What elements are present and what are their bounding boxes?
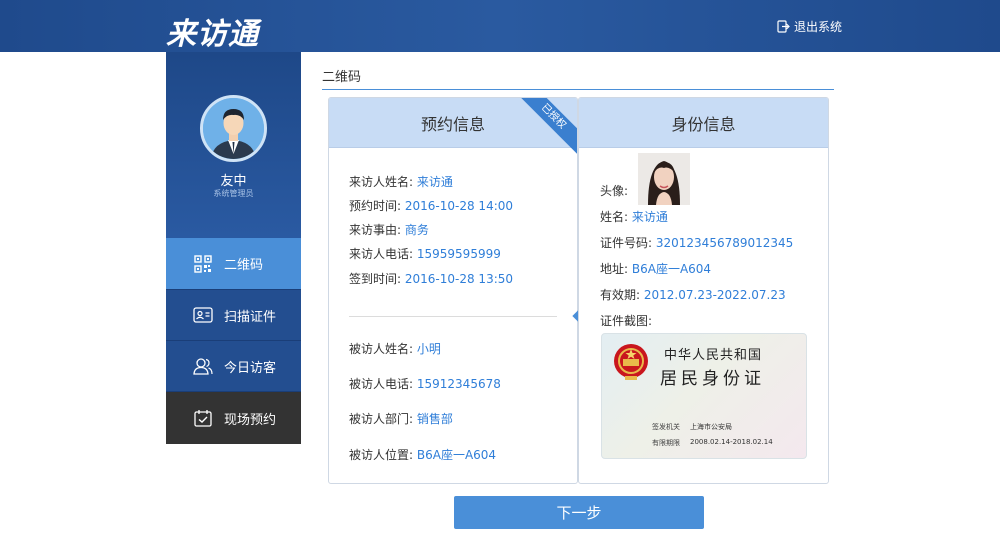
host-name-row: 被访人姓名: 小明	[349, 340, 441, 357]
id-card-validity-label: 有限期限	[652, 439, 680, 447]
field-label: 证件号码:	[600, 236, 653, 250]
field-value: 320123456789012345	[655, 236, 794, 250]
qrcode-icon	[192, 253, 214, 275]
sidebar-item-label: 现场预约	[224, 412, 277, 428]
sidebar: 友中 系统管理员 二维码 扫描证件 今日访客 现场预约	[166, 52, 301, 444]
field-label: 来访人姓名:	[349, 175, 414, 189]
user-profile: 友中 系统管理员	[166, 52, 301, 238]
sidebar-item-today-visitors[interactable]: 今日访客	[166, 340, 301, 391]
identity-panel-title: 身份信息	[579, 98, 828, 148]
id-card-validity-value: 2008.02.14-2018.02.14	[690, 438, 773, 446]
id-validity-row: 有效期: 2012.07.23-2022.07.23	[600, 286, 786, 303]
id-number-row: 证件号码: 320123456789012345	[600, 234, 793, 251]
logout-label: 退出系统	[794, 20, 843, 34]
reservation-panel: 预约信息 已授权 来访人姓名: 来访通 预约时间: 2016-10-28 14:…	[328, 97, 578, 484]
next-step-button[interactable]: 下一步	[454, 496, 704, 529]
sidebar-item-label: 二维码	[224, 258, 264, 273]
calendar-check-icon	[192, 407, 214, 429]
id-card-title: 居民身份证	[660, 369, 765, 389]
id-card-country: 中华人民共和国	[664, 348, 763, 363]
field-value: 商务	[404, 223, 429, 237]
field-label: 被访人部门:	[349, 412, 414, 426]
top-bar: 来访通 退出系统	[0, 0, 1000, 52]
visitor-photo	[638, 153, 690, 205]
avatar	[200, 95, 267, 162]
field-value: B6A座一A604	[631, 262, 712, 276]
field-label: 签到时间:	[349, 272, 402, 286]
logout-icon	[777, 20, 790, 33]
id-card-image: 中华人民共和国 居民身份证 签发机关 上海市公安局 有限期限 2008.02.1…	[601, 333, 807, 459]
visitor-photo-icon	[638, 153, 690, 205]
field-value: 2012.07.23-2022.07.23	[643, 288, 786, 302]
visitor-phone-row: 来访人电话: 15959595999	[349, 245, 501, 262]
field-label: 被访人电话:	[349, 377, 414, 391]
field-value: 2016-10-28 13:50	[404, 272, 514, 286]
sidebar-item-onsite-reservation[interactable]: 现场预约	[166, 391, 301, 444]
id-card-icon	[192, 304, 214, 326]
id-card-authority-label: 签发机关	[652, 423, 680, 431]
field-label: 姓名:	[600, 210, 629, 224]
appointment-time-row: 预约时间: 2016-10-28 14:00	[349, 197, 513, 214]
avatar-label: 头像:	[600, 184, 629, 198]
field-label: 预约时间:	[349, 199, 402, 213]
field-label: 被访人位置:	[349, 448, 414, 462]
user-name: 友中	[220, 174, 247, 189]
id-name-row: 姓名: 来访通	[600, 208, 668, 225]
field-value: 15912345678	[416, 377, 501, 391]
field-value: B6A座一A604	[416, 448, 497, 462]
checkin-time-row: 签到时间: 2016-10-28 13:50	[349, 270, 513, 287]
sidebar-item-label: 今日访客	[224, 360, 277, 376]
field-label: 来访人电话:	[349, 247, 414, 261]
field-value: 2016-10-28 14:00	[404, 199, 514, 213]
field-value: 小明	[416, 342, 441, 356]
field-value: 15959595999	[416, 247, 501, 261]
field-label: 地址:	[600, 262, 629, 276]
identity-panel: 身份信息 头像: 姓名: 来访通 证件号码: 32012345678901234…	[578, 97, 829, 484]
id-address-row: 地址: B6A座一A604	[600, 260, 711, 277]
national-emblem-icon	[614, 344, 648, 380]
host-location-row: 被访人位置: B6A座一A604	[349, 446, 496, 463]
field-label: 来访事由:	[349, 223, 402, 237]
sidebar-item-qrcode[interactable]: 二维码	[166, 238, 301, 289]
user-avatar-icon	[203, 98, 264, 159]
sidebar-item-scan-id[interactable]: 扫描证件	[166, 289, 301, 340]
section-divider	[322, 89, 834, 90]
host-department-row: 被访人部门: 销售部	[349, 410, 453, 427]
field-label: 有效期:	[600, 288, 641, 302]
field-value: 销售部	[416, 412, 453, 426]
logout-button[interactable]: 退出系统	[777, 18, 842, 35]
id-screenshot-label: 证件截图:	[600, 314, 653, 328]
users-icon	[192, 355, 214, 377]
field-value: 来访通	[416, 175, 453, 189]
visitor-name-row: 来访人姓名: 来访通	[349, 173, 453, 190]
app-logo: 来访通	[166, 17, 259, 52]
user-role: 系统管理员	[213, 189, 254, 198]
visit-reason-row: 来访事由: 商务	[349, 221, 429, 238]
field-value: 来访通	[631, 210, 668, 224]
host-phone-row: 被访人电话: 15912345678	[349, 375, 501, 392]
id-card-authority-value: 上海市公安局	[690, 423, 732, 431]
field-label: 被访人姓名:	[349, 342, 414, 356]
sidebar-item-label: 扫描证件	[224, 309, 277, 325]
section-divider	[349, 316, 557, 317]
section-title: 二维码	[322, 70, 362, 85]
